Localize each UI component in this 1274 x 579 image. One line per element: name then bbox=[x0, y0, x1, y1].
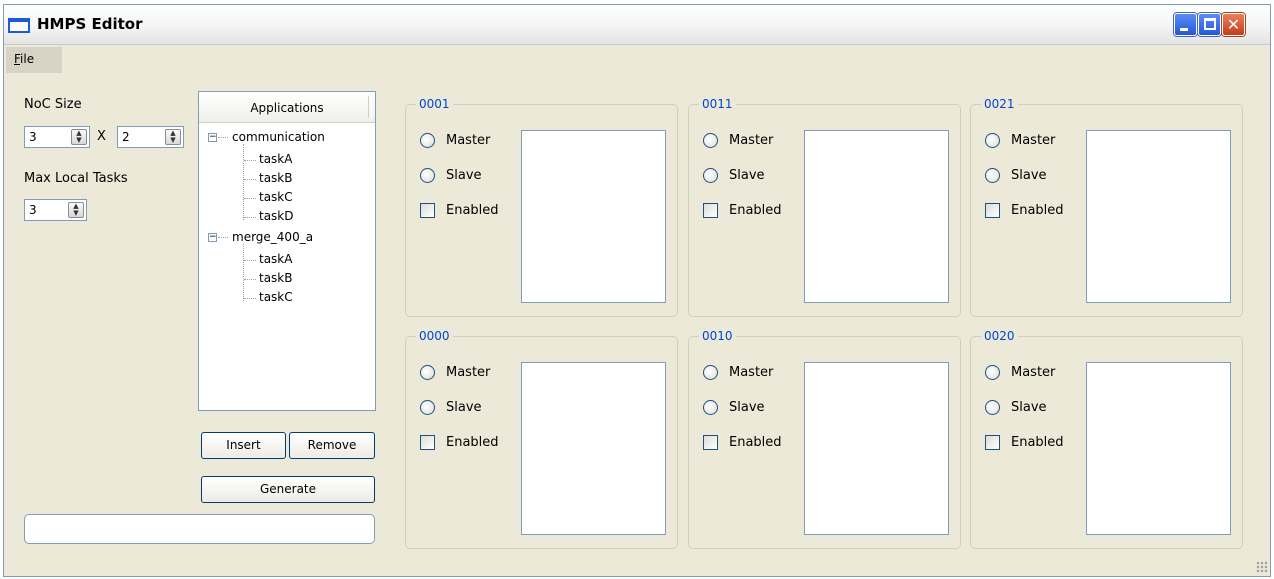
tree-task[interactable]: taskB bbox=[259, 271, 293, 285]
node-task-list[interactable] bbox=[1086, 362, 1231, 535]
minimize-icon bbox=[1180, 28, 1188, 31]
max-local-tasks-label: Max Local Tasks bbox=[24, 171, 128, 186]
noc-size-y-value: 2 bbox=[122, 130, 130, 144]
node-group-0011: 0011 Master Slave Enabled bbox=[688, 97, 961, 317]
radio-icon[interactable] bbox=[985, 400, 1000, 415]
node-group-title: 0010 bbox=[699, 329, 736, 343]
radio-icon[interactable] bbox=[703, 365, 718, 380]
max-local-tasks-spinbox[interactable]: 3 ▲ ▼ bbox=[24, 199, 87, 221]
node-group-title: 0021 bbox=[981, 97, 1018, 111]
radio-icon[interactable] bbox=[703, 133, 718, 148]
tree-app-communication[interactable]: communication bbox=[232, 130, 325, 144]
slave-label: Slave bbox=[446, 400, 482, 415]
close-icon: ✕ bbox=[1226, 15, 1241, 34]
radio-icon[interactable] bbox=[420, 168, 435, 183]
node-group-0000: 0000 Master Slave Enabled bbox=[405, 329, 678, 549]
radio-icon[interactable] bbox=[420, 400, 435, 415]
slave-label: Slave bbox=[446, 168, 482, 183]
checkbox-icon[interactable] bbox=[985, 435, 1000, 450]
tree-app-merge-400-a[interactable]: merge_400_a bbox=[232, 230, 313, 244]
noc-size-x-spinbox[interactable]: 3 ▲ ▼ bbox=[24, 126, 90, 148]
master-label: Master bbox=[446, 133, 491, 148]
maximize-icon bbox=[1204, 18, 1216, 30]
enabled-label: Enabled bbox=[729, 435, 782, 450]
master-label: Master bbox=[1011, 365, 1056, 380]
master-label: Master bbox=[1011, 133, 1056, 148]
slave-label: Slave bbox=[1011, 400, 1047, 415]
tree-task[interactable]: taskA bbox=[259, 152, 292, 166]
checkbox-icon[interactable] bbox=[703, 203, 718, 218]
node-group-0021: 0021 Master Slave Enabled bbox=[970, 97, 1243, 317]
slave-label: Slave bbox=[729, 168, 765, 183]
tree-task[interactable]: taskA bbox=[259, 252, 292, 266]
slave-label: Slave bbox=[1011, 168, 1047, 183]
radio-icon[interactable] bbox=[420, 133, 435, 148]
master-label: Master bbox=[729, 133, 774, 148]
checkbox-icon[interactable] bbox=[703, 435, 718, 450]
noc-size-label: NoC Size bbox=[24, 97, 82, 112]
times-label: X bbox=[97, 129, 106, 144]
enabled-label: Enabled bbox=[1011, 435, 1064, 450]
node-group-0001: 0001 Master Slave Enabled bbox=[405, 97, 678, 317]
enabled-label: Enabled bbox=[446, 435, 499, 450]
checkbox-icon[interactable] bbox=[420, 435, 435, 450]
remove-button[interactable]: Remove bbox=[289, 432, 375, 459]
collapse-icon[interactable]: − bbox=[208, 233, 217, 242]
spin-arrows-icon[interactable]: ▲ ▼ bbox=[68, 202, 84, 218]
applications-tree[interactable]: Applications − communication taskA taskB… bbox=[198, 91, 376, 411]
node-task-list[interactable] bbox=[804, 130, 949, 303]
checkbox-icon[interactable] bbox=[420, 203, 435, 218]
close-button[interactable]: ✕ bbox=[1222, 13, 1245, 36]
radio-icon[interactable] bbox=[985, 168, 1000, 183]
tree-task[interactable]: taskB bbox=[259, 171, 293, 185]
node-task-list[interactable] bbox=[1086, 130, 1231, 303]
node-group-title: 0020 bbox=[981, 329, 1018, 343]
title-bar[interactable]: HMPS Editor ✕ bbox=[4, 5, 1270, 45]
enabled-label: Enabled bbox=[729, 203, 782, 218]
enabled-label: Enabled bbox=[1011, 203, 1064, 218]
maximize-button[interactable] bbox=[1198, 13, 1221, 36]
spin-arrows-icon[interactable]: ▲ ▼ bbox=[165, 129, 181, 145]
noc-size-y-spinbox[interactable]: 2 ▲ ▼ bbox=[117, 126, 184, 148]
window-app-icon bbox=[8, 18, 30, 33]
radio-icon[interactable] bbox=[420, 365, 435, 380]
noc-size-x-value: 3 bbox=[29, 130, 37, 144]
node-task-list[interactable] bbox=[521, 130, 666, 303]
menu-bar: File bbox=[4, 45, 1270, 74]
node-group-0020: 0020 Master Slave Enabled bbox=[970, 329, 1243, 549]
tree-task[interactable]: taskC bbox=[259, 290, 293, 304]
node-group-title: 0001 bbox=[416, 97, 453, 111]
generate-button[interactable]: Generate bbox=[201, 476, 375, 503]
enabled-label: Enabled bbox=[446, 203, 499, 218]
node-group-title: 0000 bbox=[416, 329, 453, 343]
master-label: Master bbox=[729, 365, 774, 380]
tree-task[interactable]: taskD bbox=[259, 209, 294, 223]
node-group-0010: 0010 Master Slave Enabled bbox=[688, 329, 961, 549]
radio-icon[interactable] bbox=[703, 168, 718, 183]
resize-grip-icon[interactable] bbox=[1256, 561, 1268, 573]
node-task-list[interactable] bbox=[521, 362, 666, 535]
max-local-tasks-value: 3 bbox=[29, 203, 37, 217]
radio-icon[interactable] bbox=[703, 400, 718, 415]
window-title: HMPS Editor bbox=[37, 15, 143, 33]
spin-arrows-icon[interactable]: ▲ ▼ bbox=[71, 129, 87, 145]
radio-icon[interactable] bbox=[985, 133, 1000, 148]
tree-task[interactable]: taskC bbox=[259, 190, 293, 204]
slave-label: Slave bbox=[729, 400, 765, 415]
collapse-icon[interactable]: − bbox=[208, 133, 217, 142]
tree-header[interactable]: Applications bbox=[199, 92, 375, 123]
status-field[interactable] bbox=[24, 514, 375, 544]
menu-file-label: ile bbox=[20, 52, 35, 66]
minimize-button[interactable] bbox=[1174, 13, 1197, 36]
node-group-title: 0011 bbox=[699, 97, 736, 111]
menu-file[interactable]: File bbox=[6, 47, 62, 73]
insert-button[interactable]: Insert bbox=[201, 432, 286, 459]
checkbox-icon[interactable] bbox=[985, 203, 1000, 218]
node-task-list[interactable] bbox=[804, 362, 949, 535]
radio-icon[interactable] bbox=[985, 365, 1000, 380]
master-label: Master bbox=[446, 365, 491, 380]
